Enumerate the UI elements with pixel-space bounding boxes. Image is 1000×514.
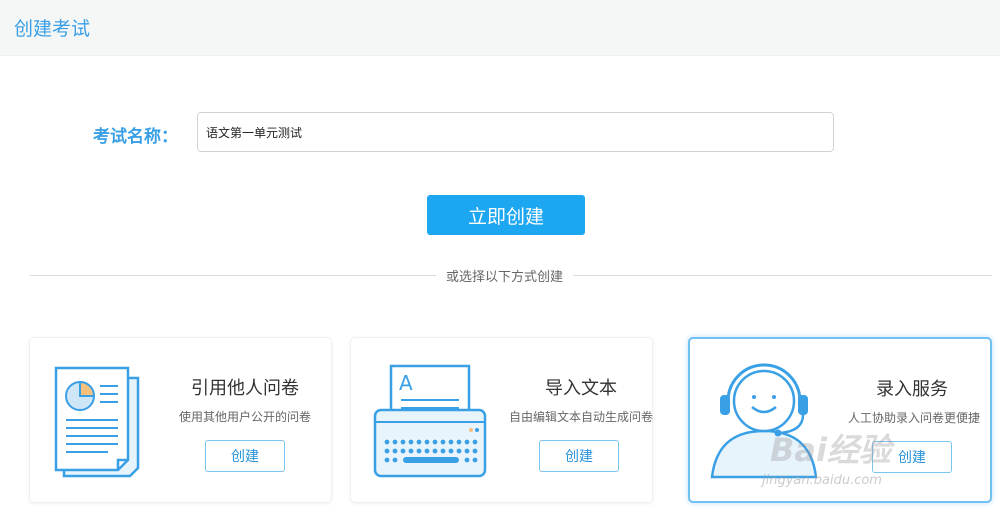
card-title: 引用他人问卷	[191, 378, 299, 399]
document-pie-chart-icon	[54, 366, 140, 478]
card-description: 使用其他用户公开的问卷	[178, 410, 311, 424]
create-button[interactable]: 创建	[205, 440, 285, 472]
top-bar: 创建考试	[0, 0, 1000, 56]
typewriter-icon: A	[373, 364, 487, 478]
create-now-button[interactable]: 立即创建	[427, 195, 585, 235]
headset-agent-icon	[710, 363, 818, 479]
svg-text:A: A	[399, 371, 413, 395]
page-title: 创建考试	[14, 18, 91, 40]
card-title: 导入文本	[545, 378, 617, 399]
exam-name-label: 考试名称：	[93, 127, 178, 147]
card-import-text[interactable]: A 导入文本 自由编辑文本自动生成问卷 创建	[350, 337, 653, 503]
card-reference-survey[interactable]: 引用他人问卷 使用其他用户公开的问卷 创建	[29, 337, 332, 503]
divider-text: 或选择以下方式创建	[436, 266, 574, 285]
exam-name-input[interactable]	[197, 112, 834, 152]
card-title: 录入服务	[876, 379, 948, 400]
card-entry-service[interactable]: 录入服务 人工协助录入问卷更便捷 创建	[688, 337, 992, 503]
create-button[interactable]: 创建	[872, 441, 952, 473]
card-description: 人工协助录入问卷更便捷	[847, 411, 980, 425]
card-description: 自由编辑文本自动生成问卷	[508, 410, 653, 424]
create-button[interactable]: 创建	[539, 440, 619, 472]
